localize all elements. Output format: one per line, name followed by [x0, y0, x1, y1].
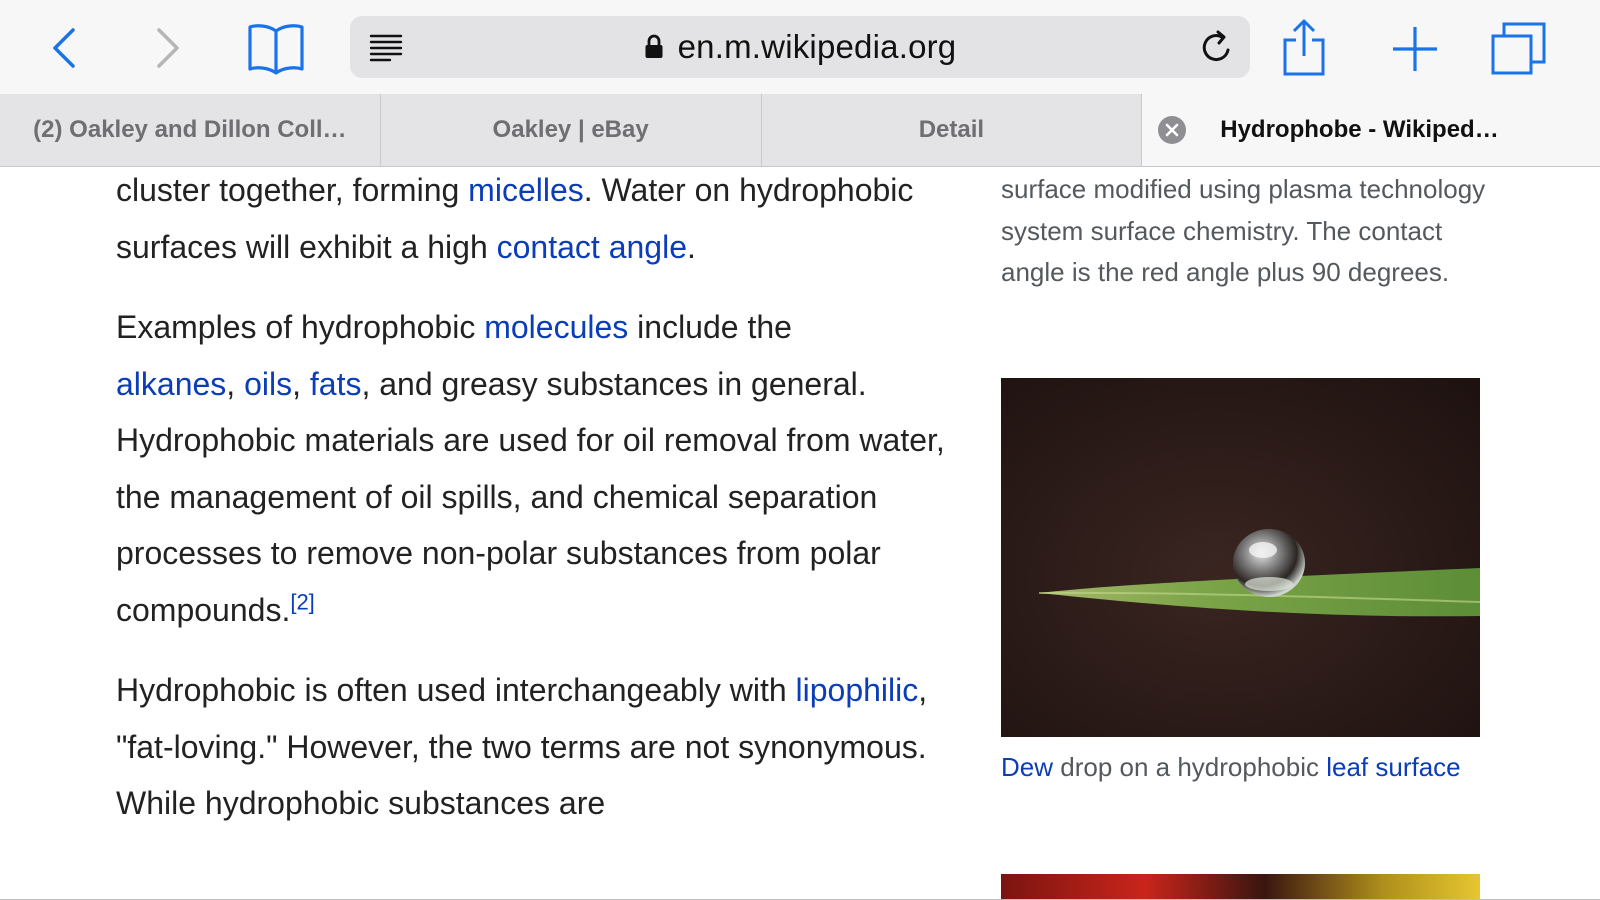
tab-label: Oakley | eBay: [492, 116, 649, 143]
forward-button[interactable]: [146, 24, 190, 72]
tab-label: Detail: [918, 116, 985, 143]
citation-link[interactable]: [2]: [290, 589, 314, 614]
share-button[interactable]: [1280, 16, 1328, 78]
reload-button[interactable]: [1200, 29, 1234, 70]
text: , and greasy substances in general. Hydr…: [116, 365, 945, 628]
text: Hydrophobic is often used interchangeabl…: [116, 672, 796, 708]
paragraph: Examples of hydrophobic molecules includ…: [116, 299, 946, 638]
tab-label: (2) Oakley and Dillon Coll…: [33, 116, 347, 143]
close-tab-button[interactable]: [1158, 116, 1187, 144]
reload-icon: [1202, 30, 1230, 62]
paragraph: Hydrophobic is often used interchangeabl…: [116, 662, 946, 832]
text: drop on a hydrophobic: [1053, 752, 1327, 782]
flower-photo: [1001, 874, 1480, 900]
image-caption: Dew drop on a hydrophobic leaf surface: [1001, 747, 1481, 789]
link-leaf-surface[interactable]: leaf surface: [1326, 752, 1460, 782]
chevron-left-icon: [53, 28, 75, 68]
back-button[interactable]: [42, 24, 86, 72]
url-text[interactable]: en.m.wikipedia.org: [678, 28, 957, 66]
link-fats[interactable]: fats: [310, 366, 362, 402]
tabs-icon: [1491, 22, 1546, 75]
bookmarks-button[interactable]: [244, 20, 308, 76]
plus-icon: [1393, 27, 1437, 71]
text: ,: [226, 365, 245, 402]
chevron-right-icon: [157, 28, 179, 68]
browser-toolbar: en.m.wikipedia.org: [0, 0, 1600, 94]
web-content[interactable]: cluster together, forming micelles. Wate…: [0, 167, 1600, 900]
tab-detail[interactable]: Detail: [762, 94, 1143, 166]
text: Examples of hydrophobic: [116, 309, 485, 345]
link-oils[interactable]: oils: [244, 366, 292, 402]
link-micelles[interactable]: micelles: [468, 172, 584, 208]
lock-icon: [645, 34, 663, 58]
tab-label: Hydrophobe - Wikiped…: [1220, 116, 1499, 143]
link-molecules[interactable]: molecules: [484, 309, 628, 345]
text: .: [686, 228, 696, 265]
link-lipophilic[interactable]: lipophilic: [796, 672, 919, 708]
share-icon: [1283, 19, 1325, 76]
image-caption-top: surface modified using plasma technology…: [1001, 174, 1486, 287]
text: include the: [628, 309, 792, 345]
article-body: cluster together, forming micelles. Wate…: [116, 167, 946, 856]
tab-oakley-ebay[interactable]: Oakley | eBay: [381, 94, 762, 166]
text: cluster together, forming: [116, 172, 469, 208]
open-book-icon: [248, 24, 304, 75]
next-image[interactable]: [1001, 874, 1480, 900]
tab-bar: (2) Oakley and Dillon Coll… Oakley | eBa…: [0, 94, 1600, 167]
link-dew[interactable]: Dew: [1001, 752, 1053, 782]
tabs-overview-button[interactable]: [1490, 20, 1548, 76]
text: ,: [292, 365, 310, 402]
link-contact-angle[interactable]: contact angle: [497, 229, 687, 265]
tab-oakley-dillon[interactable]: (2) Oakley and Dillon Coll…: [0, 94, 381, 166]
address-bar[interactable]: en.m.wikipedia.org: [350, 16, 1250, 78]
dew-drop-on-leaf-photo: [1001, 378, 1481, 737]
tab-hydrophobe[interactable]: Hydrophobe - Wikiped…: [1142, 94, 1600, 166]
dew-drop-image[interactable]: [1001, 378, 1481, 737]
link-alkanes[interactable]: alkanes: [116, 366, 226, 402]
close-icon: [1165, 123, 1179, 137]
paragraph: cluster together, forming micelles. Wate…: [116, 167, 946, 275]
new-tab-button[interactable]: [1390, 24, 1440, 74]
